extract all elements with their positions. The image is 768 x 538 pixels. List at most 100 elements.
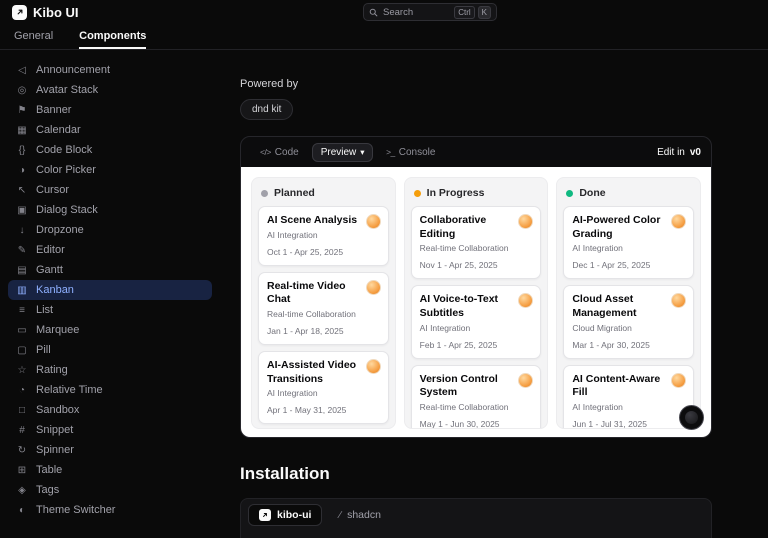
sidebar-item-label: Announcement (36, 64, 110, 76)
sidebar-item-sandbox[interactable]: □Sandbox (8, 400, 212, 420)
sidebar-item-snippet[interactable]: # Snippet (8, 420, 212, 440)
sidebar-item-rating[interactable]: ☆Rating (8, 360, 212, 380)
sidebar-item-editor[interactable]: ✎Editor (8, 240, 212, 260)
component-preview-panel: </> Code Preview ▾ >_ Console Edit in v0 (240, 136, 712, 438)
card-subtitle: AI Integration (267, 388, 380, 398)
sidebar-item-banner[interactable]: ⚑ Banner (8, 100, 212, 120)
sidebar-item-color-picker[interactable]: ◑Color Picker (8, 160, 212, 180)
cursor-icon: ↖ (16, 185, 28, 196)
theme-icon: ◐ (16, 505, 28, 516)
card-title: AI Scene Analysis (267, 214, 380, 228)
kbd-k: K (478, 6, 491, 19)
sidebar-item-table[interactable]: ⊞Table (8, 460, 212, 480)
sidebar-item-pill[interactable]: ▢Pill (8, 340, 212, 360)
fab-glyph-icon (685, 411, 698, 424)
card-dates: Feb 1 - Apr 25, 2025 (420, 340, 533, 350)
sidebar-item-relative-time[interactable]: ◔Relative Time (8, 380, 212, 400)
sidebar-item-code-block[interactable]: {}Code Block (8, 140, 212, 160)
gantt-chart-icon: ▤ (16, 265, 28, 276)
search-input[interactable]: Search Ctrl K (363, 3, 497, 21)
sidebar-item-avatar-stack[interactable]: ◎Avatar Stack (8, 80, 212, 100)
sidebar-item-announcement[interactable]: ◁ Announcement (8, 60, 212, 80)
sidebar-item-label: Code Block (36, 144, 92, 156)
sidebar-item-label: Gantt (36, 264, 63, 276)
card-subtitle: Cloud Migration (572, 323, 685, 333)
card-dates: Nov 1 - Apr 25, 2025 (420, 260, 533, 270)
kbd-ctrl: Ctrl (454, 6, 474, 19)
sidebar-item-spinner[interactable]: ↻Spinner (8, 440, 212, 460)
sidebar-item-dropzone[interactable]: ↓Dropzone (8, 220, 212, 240)
list-icon: ≡ (16, 305, 28, 316)
sidebar-item-tags[interactable]: ◈Tags (8, 480, 212, 500)
tag-icon: ◈ (16, 485, 28, 496)
sidebar-item-label: Table (36, 464, 62, 476)
tab-preview[interactable]: Preview ▾ (312, 143, 373, 162)
sidebar-item-label: List (36, 304, 53, 316)
kanban-card[interactable]: Real-time Video Chat Real-time Collabora… (258, 272, 389, 345)
dnd-kit-badge[interactable]: dnd kit (240, 99, 293, 120)
kanban-card[interactable]: AI-Powered Color Grading AI Integration … (563, 206, 694, 279)
main-content: Powered by dnd kit </> Code Preview ▾ >_… (222, 50, 768, 524)
sidebar-item-dialog-stack[interactable]: ▣ Dialog Stack (8, 200, 212, 220)
sidebar-item-label: Cursor (36, 184, 69, 196)
card-dates: Apr 1 - May 31, 2025 (267, 405, 380, 415)
kanban-card[interactable]: AI Voice-to-Text Subtitles AI Integratio… (411, 285, 542, 358)
snippet-icon: # (16, 425, 28, 436)
sidebar-item-marquee[interactable]: ▭Marquee (8, 320, 212, 340)
sidebar-item-theme-switcher[interactable]: ◐Theme Switcher (8, 500, 212, 520)
kibo-logo-icon (259, 509, 271, 521)
upload-icon: ↓ (16, 225, 28, 236)
flag-icon: ⚑ (16, 105, 28, 116)
sidebar-item-calendar[interactable]: ▦Calendar (8, 120, 212, 140)
sidebar-item-label: Dialog Stack (36, 204, 98, 216)
kanban-card[interactable]: AI Scene Analysis AI Integration Oct 1 -… (258, 206, 389, 266)
clock-icon: ◔ (16, 385, 28, 396)
kanban-card[interactable]: AI Content-Aware Fill AI Integration Jun… (563, 365, 694, 429)
card-title: AI-Powered Color Grading (572, 214, 685, 241)
kanban-column-in-progress: In Progress Collaborative Editing Real-t… (404, 177, 549, 429)
sidebar-item-label: Rating (36, 364, 68, 376)
sidebar-item-label: Pill (36, 344, 51, 356)
components-sidebar: ◁ Announcement ◎Avatar Stack ⚑ Banner ▦Cal… (0, 50, 222, 524)
kanban-card[interactable]: AI-Assisted Video Transitions AI Integra… (258, 351, 389, 424)
kanban-card[interactable]: Version Control System Real-time Collabo… (411, 365, 542, 429)
sidebar-item-cursor[interactable]: ↖ Cursor (8, 180, 212, 200)
kanban-column-done: Done AI-Powered Color Grading AI Integra… (556, 177, 701, 429)
card-dates: Mar 1 - Apr 30, 2025 (572, 340, 685, 350)
sidebar-item-kanban[interactable]: ▥ Kanban (8, 280, 212, 300)
column-name: In Progress (427, 187, 485, 199)
sidebar-item-label: Calendar (36, 124, 81, 136)
card-dates: Dec 1 - Apr 25, 2025 (572, 260, 685, 270)
v0-logo-icon: v0 (690, 147, 701, 158)
sidebar-item-label: Kanban (36, 284, 74, 296)
column-header: Done (563, 184, 694, 200)
assignee-avatar (366, 214, 381, 229)
tab-console[interactable]: >_ Console (377, 143, 444, 162)
floating-action-button[interactable] (679, 405, 704, 430)
tab-shadcn[interactable]: ∕ shadcn (328, 504, 392, 526)
sidebar-item-gantt[interactable]: ▤ Gantt (8, 260, 212, 280)
status-dot-icon (261, 190, 268, 197)
kanban-icon: ▥ (16, 285, 28, 296)
card-title: AI Voice-to-Text Subtitles (420, 293, 533, 320)
installation-tabs: kibo-ui ∕ shadcn (240, 498, 712, 538)
sidebar-item-label: Banner (36, 104, 71, 116)
tab-kibo-ui[interactable]: kibo-ui (248, 504, 322, 526)
megaphone-icon: ◁ (16, 65, 28, 76)
kanban-board: Planned AI Scene Analysis AI Integration… (241, 167, 711, 438)
tab-general[interactable]: General (14, 24, 53, 49)
powered-by-label: Powered by (240, 78, 768, 90)
edit-in-v0-button[interactable]: Edit in v0 (657, 147, 701, 158)
brand-home-link[interactable]: Kibo UI (12, 5, 79, 20)
kanban-card[interactable]: Cloud Asset Management Cloud Migration M… (563, 285, 694, 358)
tab-code[interactable]: </> Code (251, 143, 308, 162)
sidebar-item-label: Snippet (36, 424, 73, 436)
layers-icon: ▣ (16, 205, 28, 216)
assignee-avatar (366, 280, 381, 295)
card-title: Cloud Asset Management (572, 293, 685, 320)
kanban-card[interactable]: Collaborative Editing Real-time Collabor… (411, 206, 542, 279)
search-icon (369, 8, 378, 17)
sidebar-item-label: Spinner (36, 444, 74, 456)
sidebar-item-list[interactable]: ≡ List (8, 300, 212, 320)
tab-components[interactable]: Components (79, 24, 146, 49)
